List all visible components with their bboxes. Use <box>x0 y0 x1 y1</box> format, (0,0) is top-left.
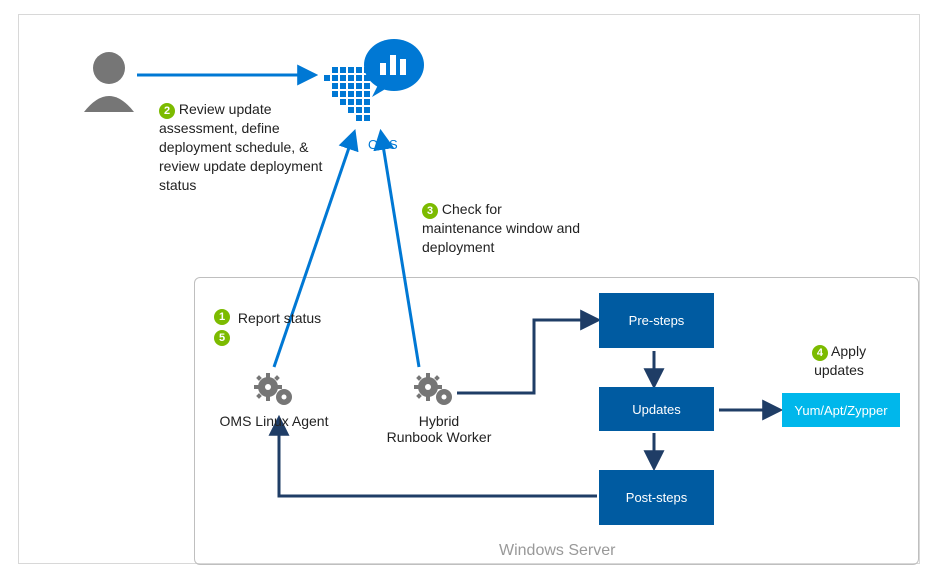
step-badge-2: 2 <box>159 103 175 119</box>
oms-label: OMS <box>368 137 398 152</box>
updates-box: Updates <box>599 387 714 431</box>
step2-text: Review update assessment, define deploym… <box>159 101 322 193</box>
hybrid-runbook-worker-label: Hybrid Runbook Worker <box>379 413 499 445</box>
oms-linux-agent-label: OMS Linux Agent <box>214 413 334 429</box>
windows-server-label: Windows Server <box>499 542 615 560</box>
yum-apt-zypper-box: Yum/Apt/Zypper <box>782 393 900 427</box>
annotation-step4: 4 Apply updates <box>789 342 889 380</box>
step3-text: Check for maintenance window and deploym… <box>422 201 580 255</box>
user-icon <box>84 52 134 112</box>
oms-icon <box>324 39 424 121</box>
step-badge-1: 1 <box>214 309 230 325</box>
hybrid-line1: Hybrid <box>419 413 459 429</box>
post-steps-box: Post-steps <box>599 470 714 525</box>
annotation-step2: 2 Review update assessment, define deplo… <box>159 100 329 195</box>
step-badge-3: 3 <box>422 203 438 219</box>
pre-steps-box: Pre-steps <box>599 293 714 348</box>
step-badge-5: 5 <box>214 330 230 346</box>
annotation-step3: 3 Check for maintenance window and deplo… <box>422 200 582 257</box>
step1-text: Report status <box>238 310 321 326</box>
annotation-step1-5: 1 5 Report status <box>214 309 364 346</box>
diagram-frame: Windows Server <box>18 14 920 564</box>
step-badge-4: 4 <box>812 345 828 361</box>
hybrid-line2: Runbook Worker <box>387 429 492 445</box>
